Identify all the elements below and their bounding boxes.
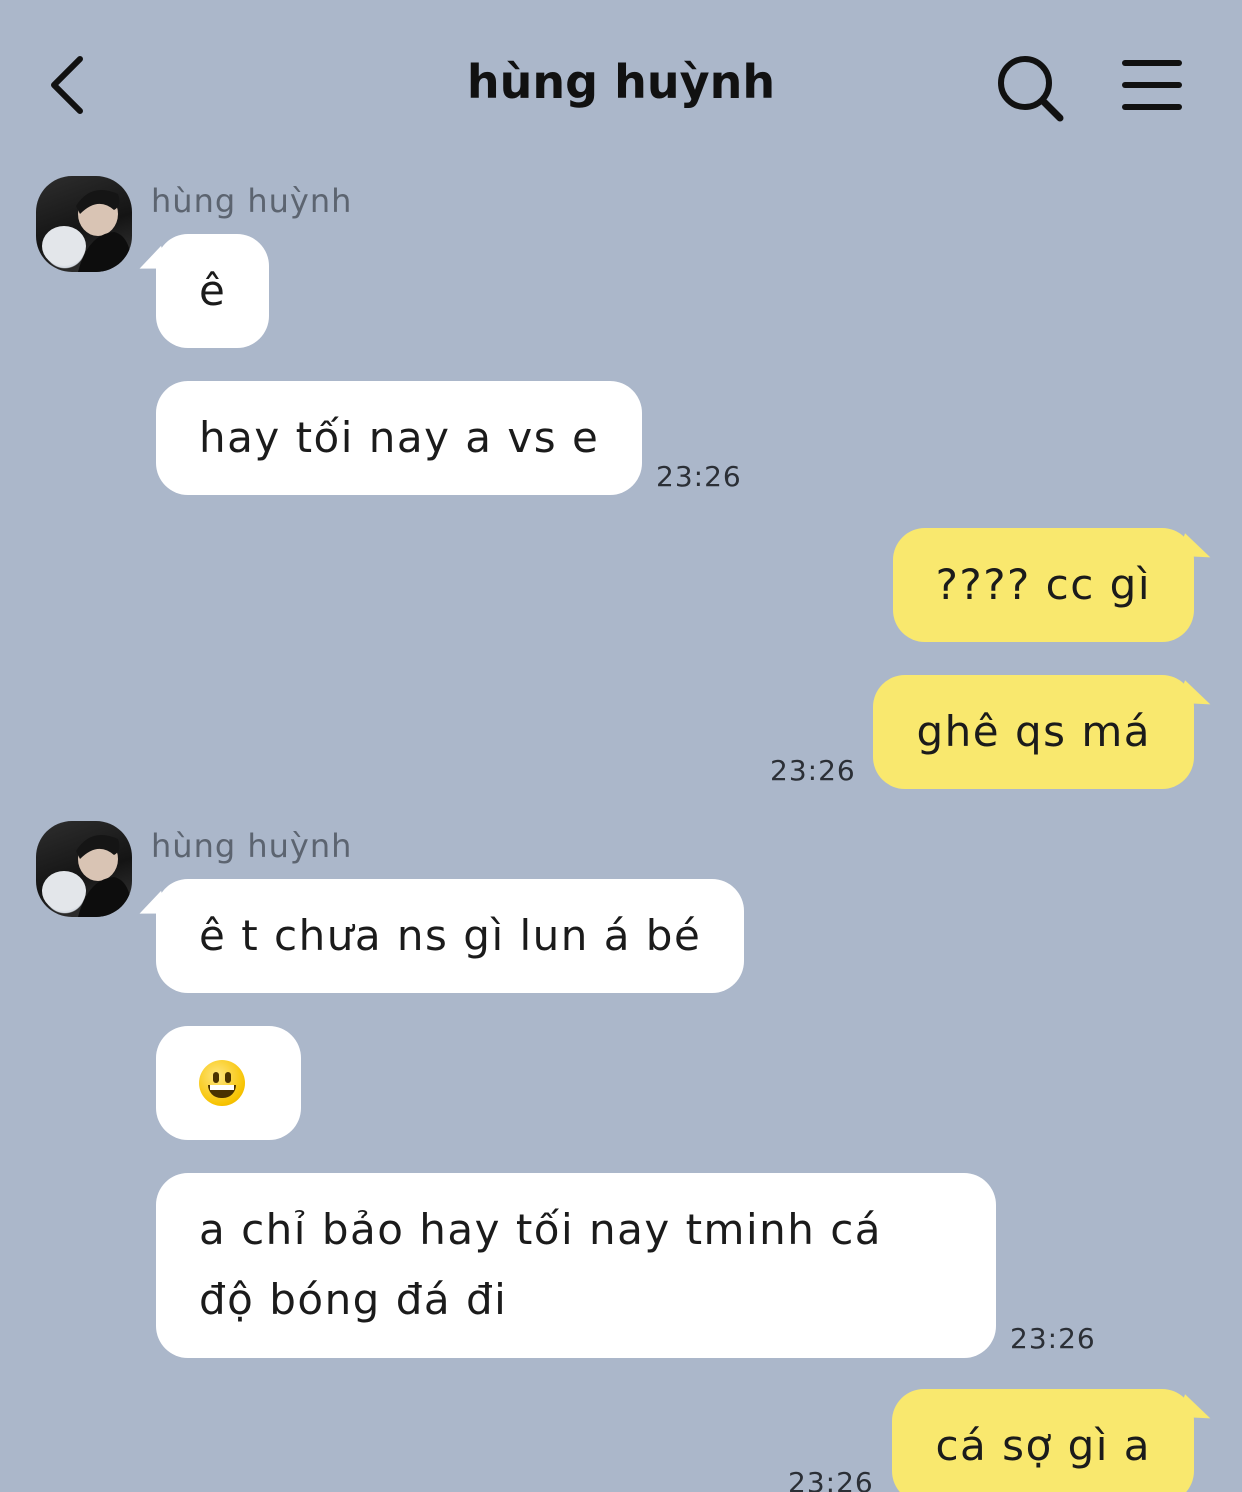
- hamburger-menu-icon: [1122, 60, 1182, 110]
- message-bubble[interactable]: ê: [156, 234, 270, 348]
- chat-header: hùng huỳnh: [0, 0, 1242, 170]
- message-bubble[interactable]: a chỉ bảo hay tối nay tminh cá độ bóng đ…: [156, 1173, 996, 1358]
- message-timestamp: 23:26: [1010, 1322, 1096, 1355]
- menu-button[interactable]: [1112, 50, 1192, 120]
- message-timestamp: 23:26: [788, 1466, 874, 1492]
- search-icon: [998, 55, 1064, 121]
- avatar[interactable]: [36, 821, 132, 917]
- avatar[interactable]: [36, 176, 132, 272]
- message-line: a chỉ bảo hay tối nay tminh cá: [199, 1205, 883, 1254]
- message-bubble[interactable]: [156, 1026, 301, 1140]
- message-bubble[interactable]: ghê qs má: [873, 675, 1194, 789]
- message-line: độ bóng đá đi: [199, 1275, 508, 1324]
- message-timestamp: 23:26: [656, 460, 742, 493]
- message-bubble[interactable]: hay tối nay a vs e: [156, 381, 643, 495]
- sender-name: hùng huỳnh: [151, 827, 353, 865]
- message-bubble[interactable]: ???? cc gì: [892, 528, 1194, 642]
- grinning-face-emoji: [199, 1059, 245, 1106]
- sender-name: hùng huỳnh: [151, 182, 353, 220]
- search-button[interactable]: [990, 50, 1070, 125]
- message-timestamp: 23:26: [770, 754, 856, 787]
- avatar-photo: [42, 835, 132, 917]
- message-bubble[interactable]: ê t chưa ns gì lun á bé: [156, 879, 745, 993]
- avatar-photo: [42, 190, 132, 272]
- message-bubble[interactable]: cá sợ gì a: [892, 1389, 1194, 1492]
